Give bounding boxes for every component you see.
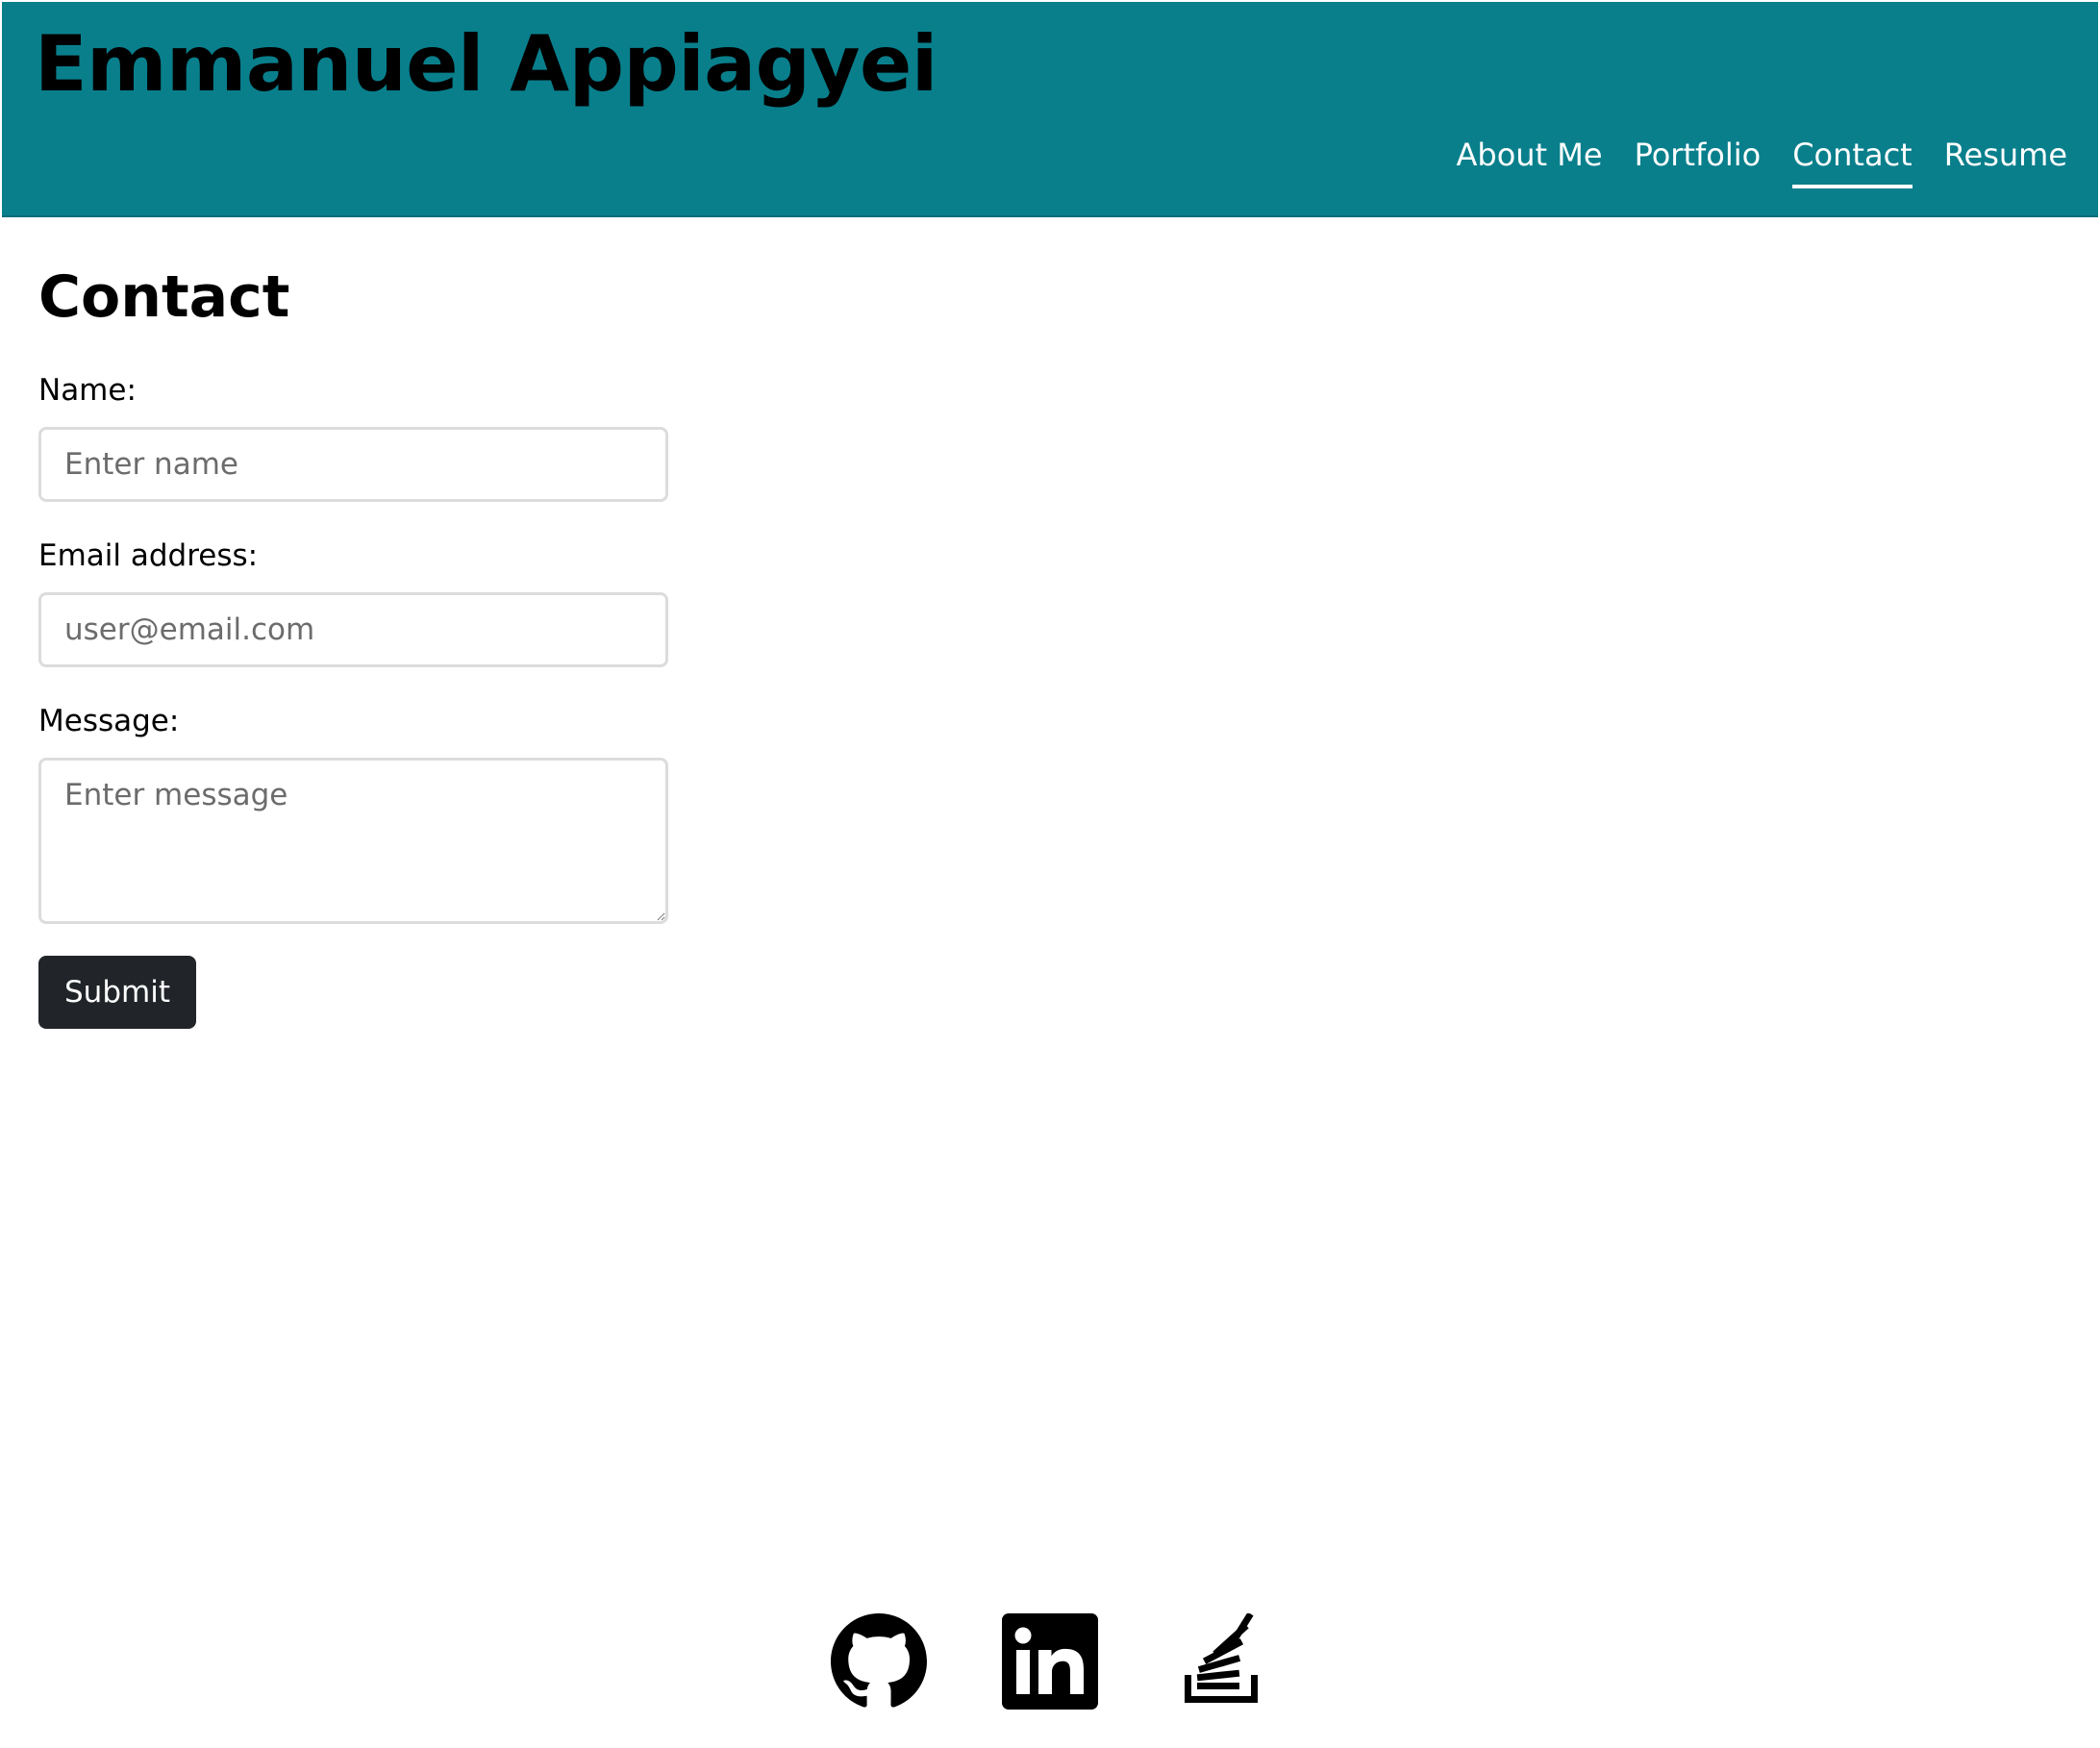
nav-link-contact[interactable]: Contact [1792, 137, 1912, 188]
main-nav: About Me Portfolio Contact Resume [1456, 137, 2067, 188]
nav-link-about-me[interactable]: About Me [1456, 137, 1602, 188]
name-input[interactable] [38, 427, 668, 502]
github-link[interactable] [831, 1613, 927, 1710]
site-title: Emmanuel Appiagyei [35, 19, 938, 109]
email-label: Email address: [38, 538, 259, 573]
github-icon [831, 1613, 927, 1708]
message-textarea[interactable] [38, 758, 668, 924]
stackoverflow-icon [1185, 1613, 1258, 1703]
message-label: Message: [38, 704, 180, 738]
page-title: Contact [38, 263, 290, 331]
linkedin-link[interactable] [1002, 1613, 1098, 1710]
nav-link-resume[interactable]: Resume [1944, 137, 2067, 188]
footer-social-links [0, 1613, 2100, 1710]
linkedin-icon [1002, 1613, 1098, 1710]
stackoverflow-link[interactable] [1173, 1613, 1269, 1710]
contact-section: Contact Name: Email address: Message: Su… [38, 260, 669, 1029]
contact-form: Name: Email address: Message: Submit [38, 371, 669, 1029]
site-header: Emmanuel Appiagyei About Me Portfolio Co… [2, 2, 2098, 217]
name-label: Name: [38, 373, 137, 408]
submit-button[interactable]: Submit [38, 956, 196, 1029]
email-input[interactable] [38, 592, 668, 667]
nav-link-portfolio[interactable]: Portfolio [1635, 137, 1762, 188]
